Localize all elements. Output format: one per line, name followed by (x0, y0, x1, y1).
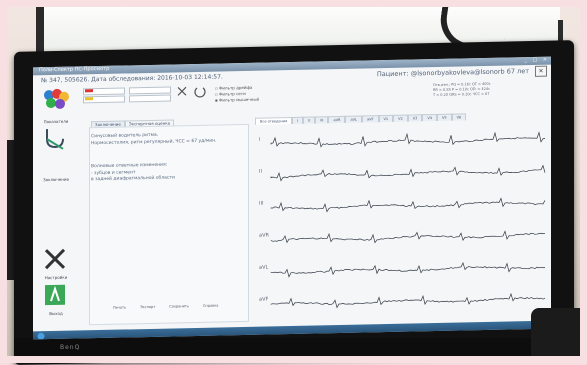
exam-id: № 347, 505626. (41, 76, 90, 85)
sidebar-item-settings[interactable]: Настройки (35, 275, 77, 281)
refresh-icon[interactable] (193, 84, 207, 98)
cancel-icon[interactable] (175, 84, 189, 98)
close-icon[interactable]: ✕ (535, 65, 547, 77)
ecg-trace (270, 292, 546, 309)
app-logo-icon (44, 88, 69, 109)
window-title: Поли-Спектр ПС-Просмотр (39, 65, 110, 74)
conclusion-text-2: Волновые ответные изменения: - зубцов и … (91, 161, 241, 184)
help-button[interactable]: Справка (203, 304, 218, 308)
speed-select[interactable] (129, 86, 171, 95)
ecg-traces: IIIIIIaVRaVLaVF (259, 131, 546, 309)
save-button[interactable]: Сохранить (169, 304, 189, 308)
exam-info: № 347, 505626. Дата обследования: 2016-1… (41, 73, 223, 84)
window-controls[interactable]: _ □ × (524, 57, 549, 64)
filter-select[interactable] (129, 94, 171, 103)
lead-label: aVF (259, 296, 268, 302)
sidebar: Показатели Заключение Настройки Выход (35, 117, 75, 338)
monitor-brand: BenQ (60, 344, 81, 351)
start-icon[interactable] (37, 332, 45, 340)
tools-icon[interactable] (43, 247, 67, 272)
measurements-block: Отв.изм.: PQ = 0.16c QT = 400c RR = 0.85… (433, 82, 491, 98)
lead-label: III (259, 201, 263, 207)
measurement-line-3: T = 0.20 QRS = 0.10c ЧСС = 67 (433, 91, 490, 98)
ecg-trace (270, 261, 546, 278)
red-marker (85, 89, 93, 93)
checkbox-network[interactable]: ▫ Фильтр сети (215, 91, 246, 97)
lead-label: aVR (259, 232, 269, 238)
conclusion-panel (89, 123, 249, 326)
lead-label: aVL (259, 264, 268, 270)
print-button[interactable]: Печать (113, 305, 126, 309)
lead-label: I (259, 137, 260, 143)
export-button[interactable]: Экспорт (140, 305, 155, 309)
sidebar-item-exit[interactable]: Выход (35, 311, 77, 317)
ecg-trace (270, 164, 546, 182)
screen: Поли-Спектр ПС-Просмотр _ □ × № 347, 505… (33, 56, 551, 340)
checkbox-muscle[interactable]: ▪ Фильтр мышечный (215, 97, 259, 103)
ecg-trace (270, 230, 546, 244)
ecg-trace (270, 131, 546, 148)
sidebar-item-conclusion[interactable]: Заключение (35, 177, 77, 183)
ecg-trace (270, 197, 546, 213)
exit-icon[interactable] (43, 283, 67, 308)
phone (531, 308, 587, 363)
yellow-marker (85, 97, 93, 101)
monitor-bezel (14, 338, 574, 360)
checkbox-drift[interactable]: ▫ Фильтр дрейфа (215, 85, 252, 91)
lead-label: II (259, 169, 262, 175)
exam-date: Дата обследования: 2016-10-03 12:14:57. (91, 73, 223, 84)
sidebar-item-indicators[interactable]: Показатели (35, 119, 77, 125)
patient-name: Пациент: @lsonorbyakovleva@lsonorb 67 ле… (376, 67, 529, 79)
stethoscope-icon[interactable] (43, 127, 67, 152)
